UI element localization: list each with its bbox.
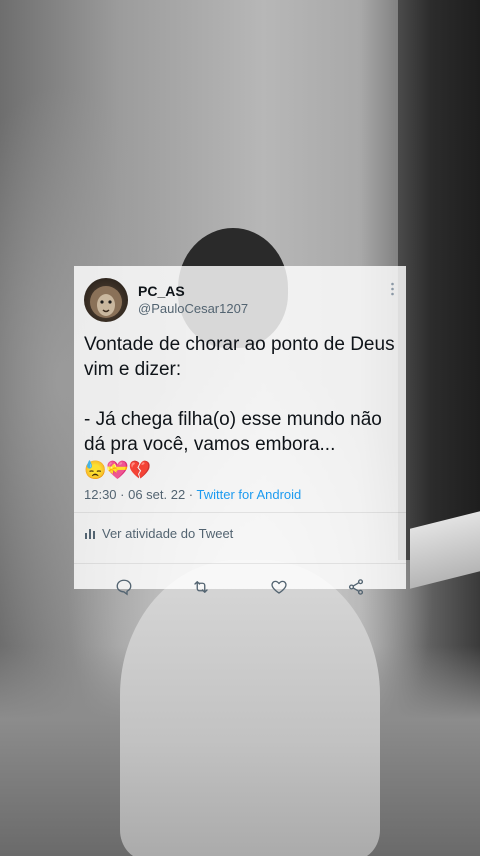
tweet-activity-link[interactable]: Ver atividade do Tweet: [84, 513, 396, 553]
tweet-text: Vontade de chorar ao ponto de Deus vim e…: [84, 334, 395, 455]
reply-button[interactable]: [114, 577, 134, 597]
avatar[interactable]: [84, 278, 128, 322]
tweet-timestamp[interactable]: 12:30 · 06 set. 22 ·: [84, 487, 197, 502]
tweet-header: PC_AS @PauloCesar1207: [84, 276, 396, 324]
like-button[interactable]: [269, 577, 289, 597]
retweet-icon: [194, 581, 209, 593]
reply-icon: [116, 579, 132, 596]
tweet-card: PC_AS @PauloCesar1207 Vontade de chorar …: [74, 266, 406, 596]
background-wall: [398, 0, 480, 560]
share-button[interactable]: [346, 577, 366, 597]
more-vertical-icon[interactable]: [391, 282, 394, 296]
tweet-emojis: 😓💝💔: [84, 460, 152, 480]
user-handle[interactable]: @PauloCesar1207: [138, 300, 248, 317]
heart-icon: [271, 580, 287, 594]
tweet-meta: 12:30 · 06 set. 22 · Twitter for Android: [84, 487, 396, 502]
retweet-button[interactable]: [191, 577, 211, 597]
share-icon: [348, 579, 364, 595]
bar-chart-icon: [85, 529, 95, 539]
tweet-source[interactable]: Twitter for Android: [197, 487, 302, 502]
tweet-actions: [84, 564, 396, 610]
display-name[interactable]: PC_AS: [138, 283, 248, 300]
activity-label: Ver atividade do Tweet: [102, 525, 234, 541]
author-names: PC_AS @PauloCesar1207: [138, 283, 248, 317]
lion-avatar-icon: [90, 286, 122, 318]
